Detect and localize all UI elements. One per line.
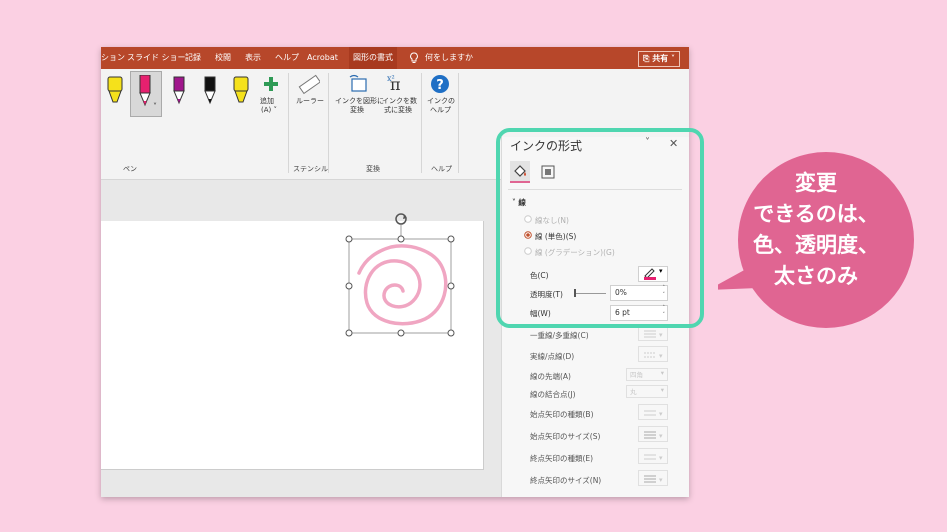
caret-down-icon: ▾ xyxy=(660,386,664,394)
ink-to-shape-icon[interactable] xyxy=(348,73,370,95)
ribbon-separator xyxy=(328,73,329,173)
ribbon-tab-bar: ション スライド ショー 記録 校閲 表示 ヘルプ Acrobat 図形の書式 … xyxy=(101,47,689,69)
callout-line-4: 太さのみ xyxy=(774,264,858,288)
begin-arrow-type-dropdown[interactable]: ▾ xyxy=(638,404,668,420)
join-value: 丸 xyxy=(630,388,637,396)
svg-text:▾: ▾ xyxy=(659,454,663,462)
ink-to-math-icon[interactable]: π x² xyxy=(387,72,411,96)
group-label-convert: 変換 xyxy=(366,165,380,173)
callout-line-1: 変更 xyxy=(795,171,837,195)
ink-help-label-2[interactable]: ヘルプ xyxy=(430,106,451,115)
arrow-size-icon: ▾ xyxy=(644,475,663,484)
pen-purple-icon[interactable] xyxy=(170,75,188,107)
group-label-stencil: ステンシル xyxy=(293,165,328,173)
share-icon: ⎘ xyxy=(643,54,653,63)
ribbon-separator xyxy=(458,73,459,173)
lines-icon: ▾ xyxy=(644,330,663,339)
arrow-size-icon: ▾ xyxy=(644,431,663,440)
cap-label: 線の先端(A) xyxy=(530,372,571,381)
svg-text:?: ? xyxy=(436,78,444,93)
slide-workspace xyxy=(101,180,501,497)
add-pen-sublabel[interactable]: (A) ˅ xyxy=(261,106,277,115)
chevron-down-icon: ˅ xyxy=(668,54,675,63)
dash-icon: ▾ xyxy=(644,352,663,360)
cap-value: 四角 xyxy=(630,371,643,379)
join-label: 線の結合点(J) xyxy=(530,390,576,399)
tab-acrobat[interactable]: Acrobat xyxy=(307,47,338,69)
callout-line-3: 色、透明度、 xyxy=(753,233,879,257)
arrow-type-icon: ▾ xyxy=(644,454,663,462)
tab-slideshow[interactable]: スライド ショー xyxy=(127,47,186,69)
ink-drawing[interactable] xyxy=(341,213,461,345)
add-pen-icon[interactable] xyxy=(264,77,278,91)
end-arrow-size-label: 終点矢印のサイズ(N) xyxy=(530,476,602,485)
callout-line-2: できるのは、 xyxy=(753,202,879,226)
tab-animations[interactable]: ション xyxy=(101,47,125,69)
end-arrow-type-dropdown[interactable]: ▾ xyxy=(638,448,668,464)
cap-dropdown[interactable]: 四角 ▾ xyxy=(626,368,668,381)
arrow-type-icon: ▾ xyxy=(644,410,663,418)
dash-label: 実線/点線(D) xyxy=(530,352,575,361)
ribbon-separator xyxy=(421,73,422,173)
tab-shape-format[interactable]: 図形の書式 xyxy=(349,47,397,69)
lightbulb-icon xyxy=(409,47,419,69)
svg-text:▾: ▾ xyxy=(659,410,663,418)
pen-highlighter-yellow-2-icon[interactable] xyxy=(232,75,250,107)
pen-pink-icon xyxy=(139,75,151,107)
compound-label: 一重線/多重線(C) xyxy=(530,331,589,340)
help-icon[interactable]: ? xyxy=(430,74,450,94)
callout-text: 変更 できるのは、 色、透明度、 太さのみ xyxy=(718,168,914,292)
chevron-down-icon[interactable]: ˅ xyxy=(153,102,157,111)
group-label-pen: ペン xyxy=(123,165,137,173)
ink-to-shape-label-2[interactable]: 変換 xyxy=(350,106,364,115)
pen-black-icon[interactable] xyxy=(201,75,219,107)
begin-arrow-type-label: 始点矢印の種類(B) xyxy=(530,410,594,419)
selected-pen-frame[interactable]: ˅ xyxy=(130,71,162,117)
ink-to-math-label-2[interactable]: 式に変換 xyxy=(384,106,412,115)
tell-me-search[interactable]: 何をしますか xyxy=(425,47,473,69)
begin-arrow-size-dropdown[interactable]: ▾ xyxy=(638,426,668,442)
begin-arrow-size-label: 始点矢印のサイズ(S) xyxy=(530,432,601,441)
svg-text:x²: x² xyxy=(387,74,395,83)
caret-down-icon: ▾ xyxy=(660,369,664,377)
tab-view[interactable]: 表示 xyxy=(245,47,261,69)
svg-text:▾: ▾ xyxy=(659,352,663,360)
highlight-frame xyxy=(496,128,704,328)
ink-to-math-label[interactable]: インクを数 xyxy=(382,97,417,106)
tab-record[interactable]: 記録 xyxy=(185,47,201,69)
svg-text:▾: ▾ xyxy=(659,432,663,440)
end-arrow-size-dropdown[interactable]: ▾ xyxy=(638,470,668,486)
ink-to-shape-label[interactable]: インクを図形に xyxy=(335,97,384,106)
svg-text:▾: ▾ xyxy=(659,476,663,484)
join-dropdown[interactable]: 丸 ▾ xyxy=(626,385,668,398)
pen-highlighter-yellow-icon[interactable] xyxy=(106,75,124,107)
slide-canvas[interactable] xyxy=(101,213,484,470)
ruler-icon[interactable] xyxy=(298,74,320,96)
ribbon-separator xyxy=(288,73,289,173)
tab-help[interactable]: ヘルプ xyxy=(275,47,299,69)
share-label: 共有 xyxy=(652,54,669,63)
add-pen-label[interactable]: 追加 xyxy=(260,97,274,106)
dash-dropdown[interactable]: ▾ xyxy=(638,346,668,362)
share-button[interactable]: ⎘ 共有 ˅ xyxy=(638,51,680,67)
group-label-help: ヘルプ xyxy=(431,165,452,173)
ruler-label[interactable]: ルーラー xyxy=(296,97,324,106)
svg-text:▾: ▾ xyxy=(659,331,663,339)
tab-review[interactable]: 校閲 xyxy=(215,47,231,69)
end-arrow-type-label: 終点矢印の種類(E) xyxy=(530,454,594,463)
ink-help-label[interactable]: インクの xyxy=(427,97,455,106)
